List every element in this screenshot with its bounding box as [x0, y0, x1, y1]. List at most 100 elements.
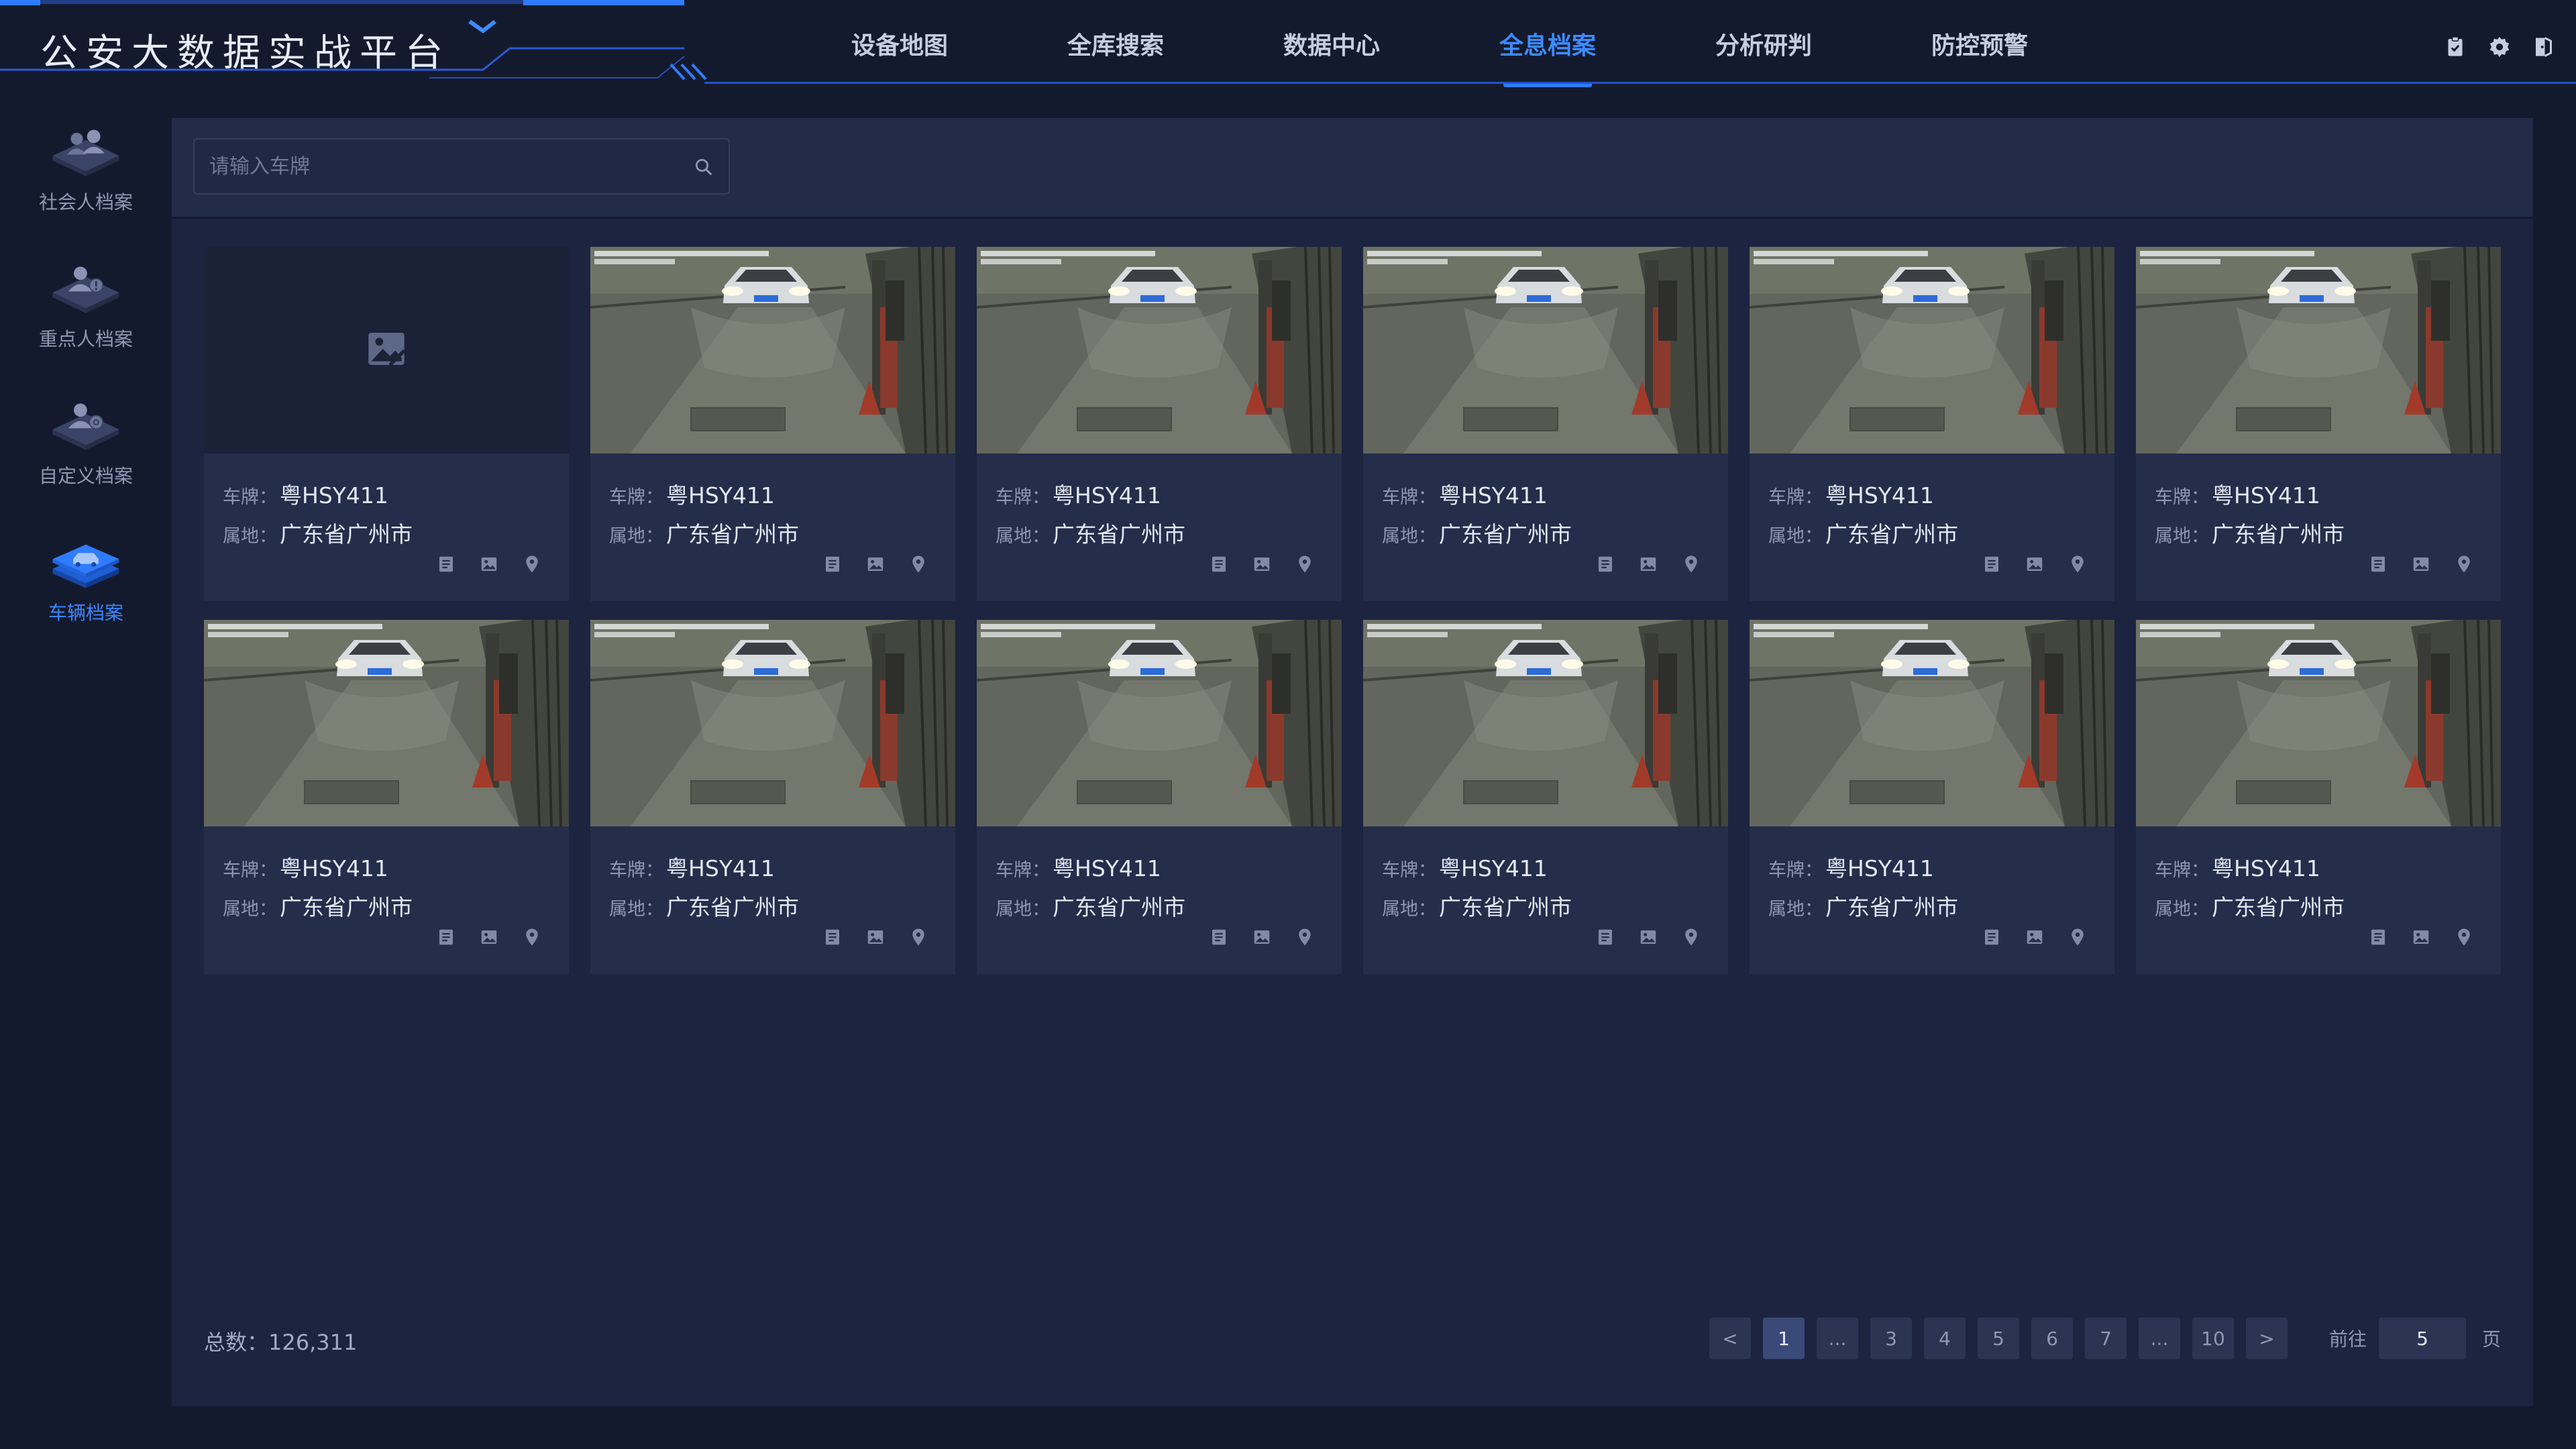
sidebar-item-key-person[interactable]: 重点人档案 [0, 231, 172, 352]
document-icon[interactable] [1209, 927, 1229, 947]
plate-row: 车牌： 粤HSY411 [223, 478, 388, 510]
next-page-button[interactable]: > [2246, 1318, 2288, 1359]
vehicle-card[interactable]: 车牌： 粤HSY411 属地： 广东省广州市 [2136, 620, 2501, 974]
document-icon[interactable] [1595, 554, 1615, 574]
gear-icon[interactable] [2487, 35, 2512, 59]
card-actions [1595, 927, 1701, 947]
card-photo[interactable] [204, 620, 569, 826]
vehicle-card[interactable]: 车牌： 粤HSY411 属地： 广东省广州市 [204, 247, 569, 601]
location-pin-icon[interactable] [522, 554, 542, 574]
location-pin-icon[interactable] [2068, 554, 2088, 574]
document-icon[interactable] [1982, 927, 2002, 947]
image-icon[interactable] [1638, 927, 1658, 947]
nav-prevention-warning[interactable]: 防控预警 [1872, 0, 2088, 87]
location-row: 属地： 广东省广州市 [996, 517, 1185, 549]
card-photo[interactable] [204, 247, 569, 453]
document-icon[interactable] [1982, 554, 2002, 574]
vehicle-card[interactable]: 车牌： 粤HSY411 属地： 广东省广州市 [1750, 620, 2114, 974]
image-icon[interactable] [479, 554, 499, 574]
pagination: < 1 ... 3 4 5 6 7 ... 10 > 前往 页 [1709, 1318, 2501, 1359]
document-icon[interactable] [822, 554, 843, 574]
page-ellipsis[interactable]: ... [2139, 1318, 2180, 1359]
card-photo[interactable] [977, 620, 1342, 826]
vehicle-card[interactable]: 车牌： 粤HSY411 属地： 广东省广州市 [1363, 247, 1728, 601]
vehicle-card[interactable]: 车牌： 粤HSY411 属地： 广东省广州市 [204, 620, 569, 974]
nav-data-center[interactable]: 数据中心 [1224, 0, 1440, 87]
page-button[interactable]: 6 [2031, 1318, 2073, 1359]
document-icon[interactable] [2368, 927, 2388, 947]
page-button[interactable]: 4 [1924, 1318, 1966, 1359]
page-button[interactable]: 5 [1978, 1318, 2019, 1359]
card-actions [1209, 554, 1315, 574]
page-button[interactable]: 1 [1763, 1318, 1805, 1359]
plate-search-input[interactable] [195, 140, 678, 193]
vehicle-card[interactable]: 车牌： 粤HSY411 属地： 广东省广州市 [1750, 247, 2114, 601]
document-icon[interactable] [1209, 554, 1229, 574]
location-pin-icon[interactable] [908, 927, 928, 947]
plate-value: 粤HSY411 [280, 482, 388, 508]
document-icon[interactable] [1595, 927, 1615, 947]
plate-row: 车牌： 粤HSY411 [996, 478, 1161, 510]
vehicle-card[interactable]: 车牌： 粤HSY411 属地： 广东省广州市 [977, 247, 1342, 601]
card-photo[interactable] [1363, 620, 1728, 826]
location-pin-icon[interactable] [1681, 554, 1701, 574]
search-icon[interactable] [694, 157, 714, 177]
location-pin-icon[interactable] [2068, 927, 2088, 947]
image-icon[interactable] [865, 554, 885, 574]
document-icon[interactable] [822, 927, 843, 947]
image-icon[interactable] [2025, 927, 2045, 947]
nav-holographic-archive[interactable]: 全息档案 [1440, 0, 1656, 87]
location-pin-icon[interactable] [2454, 927, 2474, 947]
document-icon[interactable] [2368, 554, 2388, 574]
vehicle-card[interactable]: 车牌： 粤HSY411 属地： 广东省广州市 [1363, 620, 1728, 974]
image-icon[interactable] [1252, 927, 1272, 947]
vehicle-card[interactable]: 车牌： 粤HSY411 属地： 广东省广州市 [2136, 247, 2501, 601]
image-icon[interactable] [1252, 554, 1272, 574]
nav-full-search[interactable]: 全库搜索 [1008, 0, 1224, 87]
total-count: 总数：126,311 [204, 1326, 357, 1356]
clipboard-icon[interactable] [2443, 35, 2467, 59]
image-icon[interactable] [865, 927, 885, 947]
location-pin-icon[interactable] [1295, 927, 1315, 947]
image-icon[interactable] [2411, 554, 2431, 574]
card-photo[interactable] [1750, 620, 2114, 826]
page-button[interactable]: 10 [2192, 1318, 2234, 1359]
sidebar-item-label: 车辆档案 [48, 602, 123, 624]
goto-page-input[interactable] [2379, 1318, 2467, 1359]
card-photo[interactable] [590, 620, 955, 826]
card-photo[interactable] [2136, 620, 2501, 826]
image-icon[interactable] [479, 927, 499, 947]
sidebar-item-social-person[interactable]: 社会人档案 [0, 94, 172, 215]
location-row: 属地： 广东省广州市 [1768, 890, 1958, 922]
logout-icon[interactable] [2532, 35, 2556, 59]
location-pin-icon[interactable] [908, 554, 928, 574]
vehicle-snapshot [1363, 620, 1728, 826]
card-photo[interactable] [1750, 247, 2114, 453]
document-icon[interactable] [436, 554, 456, 574]
page-button[interactable]: 3 [1870, 1318, 1912, 1359]
sidebar-item-custom[interactable]: 自定义档案 [0, 368, 172, 488]
location-pin-icon[interactable] [1295, 554, 1315, 574]
nav-analysis[interactable]: 分析研判 [1656, 0, 1872, 87]
nav-device-map[interactable]: 设备地图 [792, 0, 1008, 87]
document-icon[interactable] [436, 927, 456, 947]
card-photo[interactable] [2136, 247, 2501, 453]
image-icon[interactable] [2411, 927, 2431, 947]
vehicle-card[interactable]: 车牌： 粤HSY411 属地： 广东省广州市 [590, 247, 955, 601]
card-photo[interactable] [1363, 247, 1728, 453]
location-label: 属地： [1768, 526, 1823, 547]
vehicle-card[interactable]: 车牌： 粤HSY411 属地： 广东省广州市 [977, 620, 1342, 974]
image-icon[interactable] [2025, 554, 2045, 574]
sidebar-item-vehicle[interactable]: 车辆档案 [0, 504, 172, 625]
prev-page-button[interactable]: < [1709, 1318, 1751, 1359]
location-value: 广东省广州市 [1053, 894, 1185, 920]
location-pin-icon[interactable] [2454, 554, 2474, 574]
page-button[interactable]: 7 [2085, 1318, 2127, 1359]
image-icon[interactable] [1638, 554, 1658, 574]
card-photo[interactable] [590, 247, 955, 453]
location-pin-icon[interactable] [1681, 927, 1701, 947]
card-photo[interactable] [977, 247, 1342, 453]
location-pin-icon[interactable] [522, 927, 542, 947]
page-ellipsis[interactable]: ... [1817, 1318, 1858, 1359]
vehicle-card[interactable]: 车牌： 粤HSY411 属地： 广东省广州市 [590, 620, 955, 974]
